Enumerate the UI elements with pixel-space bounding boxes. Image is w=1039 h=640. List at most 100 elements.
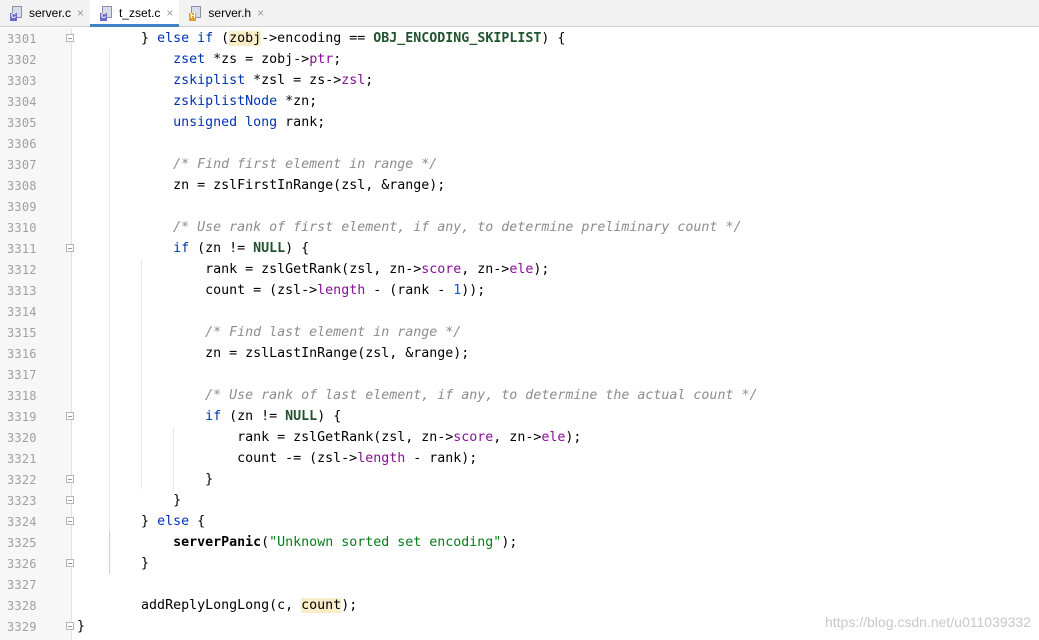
code-text: addReplyLongLong(c, count); [141,598,358,613]
line-number: 3316 [7,347,37,361]
code-line: 3324 } else { [0,511,1039,532]
code-text: } else if (zobj->encoding == OBJ_ENCODIN… [141,31,566,46]
c-file-icon: C [100,5,114,21]
watermark: https://blog.csdn.net/u011039332 [824,614,1031,630]
code-line: 3321 count -= (zsl->length - rank); [0,448,1039,469]
code-line: 3302 zset *zs = zobj->ptr; [0,49,1039,70]
line-number: 3309 [7,200,37,214]
line-number: 3306 [7,137,37,151]
code-text: zn = zslLastInRange(zsl, &range); [205,346,470,361]
code-line: 3328 addReplyLongLong(c, count); [0,595,1039,616]
code-line: 3307 /* Find first element in range */ [0,154,1039,175]
code-text: if (zn != NULL) { [205,409,342,424]
line-number: 3315 [7,326,37,340]
code-line: 3303 zskiplist *zsl = zs->zsl; [0,70,1039,91]
line-number: 3322 [7,473,37,487]
line-number: 3321 [7,452,37,466]
line-number: 3308 [7,179,37,193]
fold-marker-icon[interactable] [66,412,74,420]
code-text: count = (zsl->length - (rank - 1)); [205,283,486,298]
fold-marker-icon[interactable] [66,34,74,42]
code-line: 3316 zn = zslLastInRange(zsl, &range); [0,343,1039,364]
code-line: 3306 [0,133,1039,154]
code-text: zskiplistNode *zn; [173,94,318,109]
code-line: 3318 /* Use rank of last element, if any… [0,385,1039,406]
highlighted-identifier: zobj [229,31,262,46]
fold-marker-icon[interactable] [66,244,74,252]
h-file-icon: H [189,5,203,21]
code-text: zskiplist *zsl = zs->zsl; [173,73,374,88]
line-number: 3312 [7,263,37,277]
code-line: 3312 rank = zslGetRank(zsl, zn->score, z… [0,259,1039,280]
code-text: } [205,472,214,487]
code-text: count -= (zsl->length - rank); [237,451,478,466]
code-line: 3325 serverPanic("Unknown sorted set enc… [0,532,1039,553]
code-text: /* Find last element in range */ [205,325,462,340]
line-number: 3327 [7,578,37,592]
code-line: 3322 } [0,469,1039,490]
code-line: 3315 /* Find last element in range */ [0,322,1039,343]
code-line: 3317 [0,364,1039,385]
fold-marker-icon[interactable] [66,559,74,567]
line-number: 3301 [7,32,37,46]
line-number: 3305 [7,116,37,130]
fold-marker-icon[interactable] [66,517,74,525]
line-number: 3328 [7,599,37,613]
line-number: 3310 [7,221,37,235]
code-text: /* Use rank of last element, if any, to … [205,388,758,403]
c-file-icon: C [10,5,24,21]
line-number: 3313 [7,284,37,298]
code-text: serverPanic("Unknown sorted set encoding… [173,535,518,550]
tab-server-h[interactable]: H server.h × [179,0,270,26]
code-line: 3313 count = (zsl->length - (rank - 1)); [0,280,1039,301]
line-number: 3311 [7,242,37,256]
code-text: } else { [141,514,206,529]
code-text: unsigned long rank; [173,115,326,130]
line-number: 3307 [7,158,37,172]
line-number: 3304 [7,95,37,109]
close-icon[interactable]: × [166,6,173,20]
code-line: 3305 unsigned long rank; [0,112,1039,133]
tab-server-c[interactable]: C server.c × [0,0,90,26]
line-number: 3320 [7,431,37,445]
line-number: 3302 [7,53,37,67]
editor-tab-bar: C server.c × C t_zset.c × H server.h × [0,0,1039,27]
code-text: zn = zslFirstInRange(zsl, &range); [173,178,446,193]
code-line: 3323 } [0,490,1039,511]
tab-label: server.c [29,6,72,20]
code-line: 3314 [0,301,1039,322]
code-text: } [173,493,182,508]
line-number: 3318 [7,389,37,403]
code-text: rank = zslGetRank(zsl, zn->score, zn->el… [237,430,582,445]
code-line: 3319 if (zn != NULL) { [0,406,1039,427]
code-line: 3320 rank = zslGetRank(zsl, zn->score, z… [0,427,1039,448]
code-text: zset *zs = zobj->ptr; [173,52,342,67]
code-text: if (zn != NULL) { [173,241,310,256]
fold-marker-icon[interactable] [66,475,74,483]
line-number: 3323 [7,494,37,508]
close-icon[interactable]: × [257,6,264,20]
tab-label: server.h [208,6,252,20]
code-text: /* Find first element in range */ [173,157,438,172]
code-text: /* Use rank of first element, if any, to… [173,220,742,235]
code-text: } [77,619,86,634]
code-line: 3310 /* Use rank of first element, if an… [0,217,1039,238]
line-number: 3329 [7,620,37,634]
line-number: 3303 [7,74,37,88]
code-line: 3304 zskiplistNode *zn; [0,91,1039,112]
fold-marker-icon[interactable] [66,496,74,504]
code-line: 3327 [0,574,1039,595]
tab-label: t_zset.c [119,6,161,20]
line-number: 3324 [7,515,37,529]
code-text: } [141,556,150,571]
line-number: 3314 [7,305,37,319]
line-number: 3317 [7,368,37,382]
tab-t-zset-c[interactable]: C t_zset.c × [90,0,180,27]
code-line: 3311 if (zn != NULL) { [0,238,1039,259]
close-icon[interactable]: × [77,6,84,20]
code-line: 3326 } [0,553,1039,574]
fold-marker-icon[interactable] [66,622,74,630]
line-number: 3325 [7,536,37,550]
code-text: rank = zslGetRank(zsl, zn->score, zn->el… [205,262,550,277]
line-number: 3319 [7,410,37,424]
